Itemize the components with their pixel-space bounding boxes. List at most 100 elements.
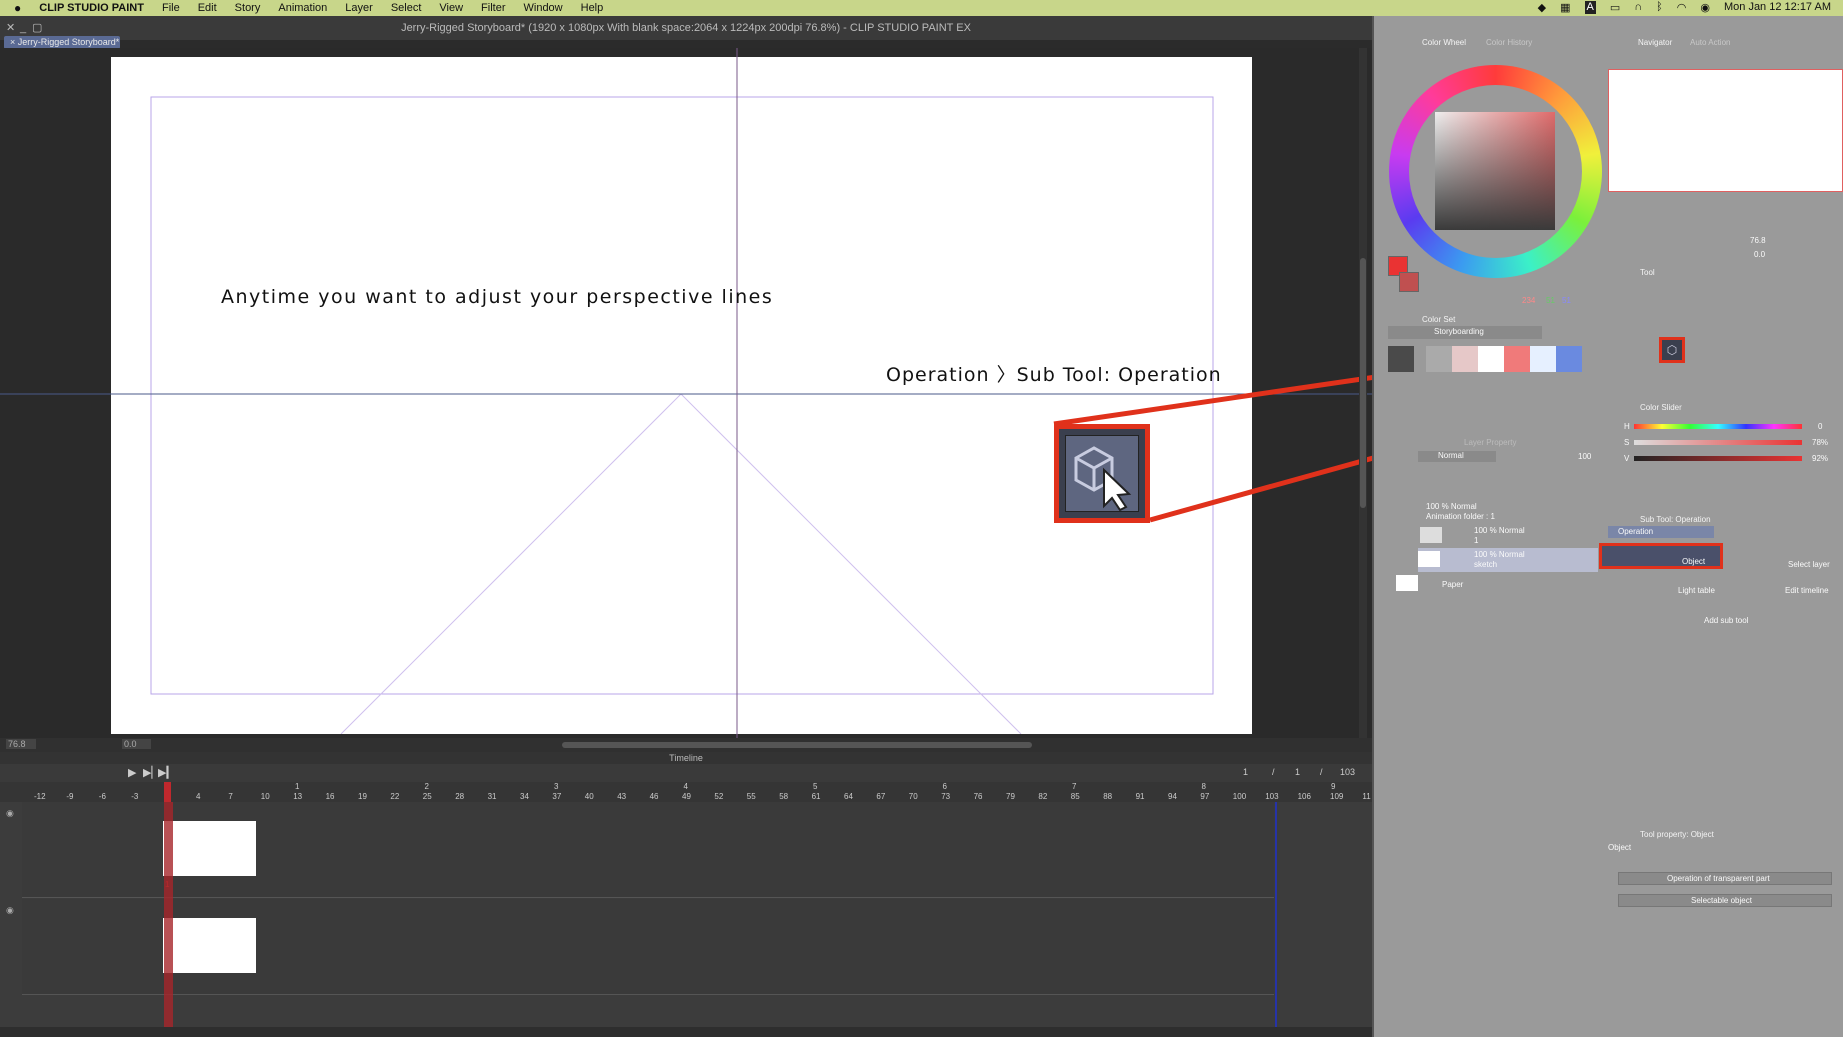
cast-icon[interactable]: ▭ bbox=[1610, 1, 1620, 14]
sub-tool-edit-timeline[interactable]: Edit timeline bbox=[1785, 586, 1829, 595]
eye-icon[interactable]: ◉ bbox=[6, 808, 14, 819]
ruler-second-label: 8 bbox=[1201, 782, 1206, 791]
menu-help[interactable]: Help bbox=[581, 2, 604, 14]
menu-view[interactable]: View bbox=[439, 2, 463, 14]
navigator-rotation[interactable]: 0.0 bbox=[1754, 250, 1765, 259]
cel-thumbnail[interactable] bbox=[163, 821, 256, 876]
layer-row[interactable]: 100 % Normal Animation folder : 1 bbox=[1388, 500, 1598, 524]
menu-edit[interactable]: Edit bbox=[198, 2, 217, 14]
saturation-value[interactable]: 78% bbox=[1812, 438, 1828, 447]
color-set-dropdown[interactable]: Storyboarding bbox=[1388, 326, 1542, 339]
canvas-status-bar: 76.8 0.0 bbox=[0, 738, 1372, 752]
blend-mode-value: Normal bbox=[1438, 451, 1464, 460]
color-set-swatches[interactable] bbox=[1388, 346, 1602, 382]
sub-color-swatch[interactable] bbox=[1399, 272, 1419, 292]
navigator-zoom[interactable]: 76.8 bbox=[1750, 236, 1766, 245]
bluetooth-icon[interactable]: ᛒ bbox=[1656, 1, 1663, 14]
hue-slider[interactable] bbox=[1634, 424, 1802, 429]
input-A-icon[interactable]: A bbox=[1584, 1, 1596, 14]
selectable-object-label: Selectable object bbox=[1691, 896, 1752, 905]
ruler-frame-label: 22 bbox=[390, 792, 400, 801]
navigator-tab[interactable]: Navigator bbox=[1638, 38, 1672, 47]
transparent-part-label: Operation of transparent part bbox=[1667, 874, 1770, 883]
menu-animation[interactable]: Animation bbox=[278, 2, 327, 14]
saturation-slider[interactable] bbox=[1634, 440, 1802, 445]
menu-filter[interactable]: Filter bbox=[481, 2, 505, 14]
menu-window[interactable]: Window bbox=[524, 2, 563, 14]
playhead-marker[interactable] bbox=[164, 782, 171, 802]
layer-row-selected[interactable]: 100 % Normal sketch bbox=[1418, 548, 1598, 572]
layer-row[interactable]: Paper bbox=[1388, 572, 1598, 596]
cel-thumbnail[interactable] bbox=[163, 918, 256, 973]
last-frame-button[interactable]: ▶▎ bbox=[158, 766, 175, 779]
selectable-object-dropdown[interactable]: Selectable object bbox=[1618, 894, 1832, 907]
swatch[interactable] bbox=[1388, 346, 1414, 372]
sub-tool-group-tab[interactable]: Operation bbox=[1608, 526, 1714, 538]
canvas-horizontal-scrollbar[interactable] bbox=[562, 742, 1032, 748]
right-dock: Color Wheel Color History 234 51 51 Navi… bbox=[1372, 16, 1843, 1037]
close-tab-icon[interactable]: × bbox=[10, 37, 18, 47]
zoom-field[interactable]: 76.8 bbox=[6, 739, 36, 749]
operation-tool-zoom bbox=[1065, 435, 1139, 512]
ruler-frame-label: 67 bbox=[876, 792, 886, 801]
menu-story[interactable]: Story bbox=[235, 2, 261, 14]
tool-grid bbox=[1610, 282, 1800, 372]
sub-tool-object[interactable]: Object bbox=[1599, 543, 1723, 569]
tool-property-title: Tool property: Object bbox=[1640, 830, 1714, 839]
control-center-icon[interactable]: ◉ bbox=[1700, 1, 1710, 14]
timeline-tracks[interactable]: 1 ◉ ◉ bbox=[0, 802, 1372, 1027]
swatch[interactable] bbox=[1452, 346, 1478, 372]
swatch[interactable] bbox=[1530, 346, 1556, 372]
layer-sub: Animation folder : 1 bbox=[1426, 512, 1495, 521]
menu-file[interactable]: File bbox=[162, 2, 180, 14]
clock[interactable]: Mon Jan 12 12:17 AM bbox=[1724, 1, 1831, 14]
sub-tool-select-layer[interactable]: Select layer bbox=[1788, 560, 1830, 569]
color-set-name: Storyboarding bbox=[1434, 327, 1484, 336]
timeline-ruler[interactable]: 123456789 -12-9-6-3147101316192225283134… bbox=[0, 782, 1372, 802]
canvas-vertical-scrollbar[interactable] bbox=[1359, 48, 1367, 738]
headphones-icon[interactable]: ∩ bbox=[1634, 1, 1642, 14]
eye-icon[interactable]: ◉ bbox=[6, 905, 14, 916]
saturation-value-box[interactable] bbox=[1435, 112, 1555, 230]
value-value[interactable]: 92% bbox=[1812, 454, 1828, 463]
operation-tool-button[interactable]: ⬡ bbox=[1659, 337, 1685, 363]
grid-icon[interactable]: ▦ bbox=[1560, 1, 1570, 14]
menu-select[interactable]: Select bbox=[391, 2, 422, 14]
frame-counter-start: 1 bbox=[1295, 767, 1301, 777]
value-slider[interactable] bbox=[1634, 456, 1802, 461]
ruler-frame-label: 97 bbox=[1200, 792, 1210, 801]
hue-value[interactable]: 0 bbox=[1818, 422, 1822, 431]
menu-layer[interactable]: Layer bbox=[345, 2, 373, 14]
opacity-value[interactable]: 100 bbox=[1578, 452, 1591, 461]
app-name-menu[interactable]: CLIP STUDIO PAINT bbox=[39, 2, 144, 14]
layer-property-tab[interactable]: Layer Property bbox=[1464, 438, 1516, 447]
ruler-frame-label: -6 bbox=[98, 792, 106, 801]
color-wheel-tab[interactable]: Color Wheel bbox=[1422, 38, 1466, 47]
auto-action-tab[interactable]: Auto Action bbox=[1690, 38, 1730, 47]
swatch[interactable] bbox=[1556, 346, 1582, 372]
color-history-tab[interactable]: Color History bbox=[1486, 38, 1532, 47]
ruler-frame-label: -9 bbox=[66, 792, 74, 801]
frame-counter-sep2: / bbox=[1320, 767, 1323, 777]
swatch[interactable] bbox=[1504, 346, 1530, 372]
rotation-field[interactable]: 0.0 bbox=[122, 739, 151, 749]
dropbox-icon[interactable]: ◆ bbox=[1538, 1, 1546, 14]
ruler-frame-label: 91 bbox=[1135, 792, 1145, 801]
play-button[interactable]: ▶ bbox=[128, 766, 136, 779]
ruler-frame-label: 46 bbox=[649, 792, 659, 801]
wifi-icon[interactable]: ◠ bbox=[1677, 1, 1687, 14]
swatch[interactable] bbox=[1478, 346, 1504, 372]
blend-mode-dropdown[interactable]: Normal bbox=[1418, 451, 1496, 462]
rgb-g: 51 bbox=[1546, 296, 1555, 305]
add-sub-tool-button[interactable]: Add sub tool bbox=[1704, 616, 1748, 625]
ruler-frame-label: 100 bbox=[1232, 792, 1247, 801]
layer-name: 100 % Normal bbox=[1474, 526, 1525, 535]
navigator-preview[interactable] bbox=[1608, 69, 1843, 192]
window-title: Jerry-Rigged Storyboard* (1920 x 1080px … bbox=[401, 22, 971, 34]
layer-row[interactable]: 100 % Normal 1 bbox=[1388, 524, 1598, 548]
swatch[interactable] bbox=[1426, 346, 1452, 372]
apple-icon[interactable]: ● bbox=[14, 1, 21, 15]
sub-tool-light-table[interactable]: Light table bbox=[1678, 586, 1715, 595]
transparent-part-dropdown[interactable]: Operation of transparent part bbox=[1618, 872, 1832, 885]
ruler-frame-label: 94 bbox=[1168, 792, 1177, 801]
